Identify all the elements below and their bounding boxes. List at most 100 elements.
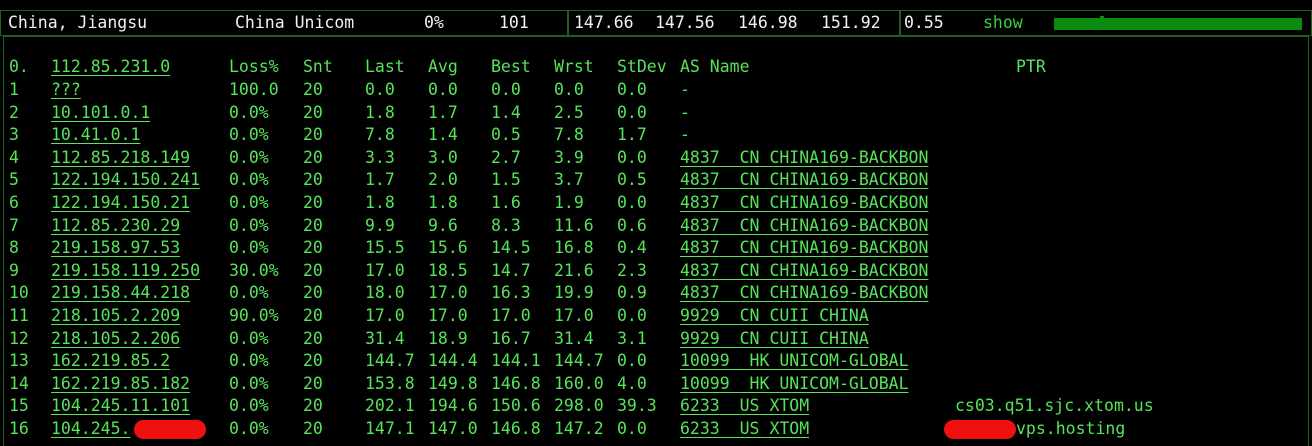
hop-as-link[interactable]: 10099 HK UNICOM-GLOBAL	[680, 373, 909, 395]
hop-best: 144.1	[491, 351, 541, 371]
hop-stdev: 0.0	[617, 351, 647, 371]
hop-country: CN	[739, 170, 760, 190]
hop-best: 146.8	[491, 373, 541, 393]
hop-country: HK	[749, 373, 770, 393]
hop-host[interactable]: 162.219.85.182	[51, 373, 190, 395]
hop-asname: XTOM	[769, 396, 810, 416]
hop-avg: 9.6	[428, 215, 458, 235]
hop-stdev: 2.3	[617, 260, 647, 280]
hop-avg: 18.5	[428, 260, 468, 280]
hop-best: 0.0	[491, 80, 521, 99]
hop-wrst: 31.4	[554, 328, 594, 348]
hop-loss: 100.0	[229, 80, 279, 99]
hop-wrst: 19.9	[554, 283, 594, 303]
hop-index: 9	[9, 260, 19, 280]
hop-snt: 20	[303, 396, 323, 416]
header-target-host[interactable]: 112.85.231.0	[51, 56, 170, 78]
hop-avg: 1.8	[428, 193, 458, 212]
hop-as-link[interactable]: 4837 CN CHINA169-BACKBON	[680, 215, 928, 237]
hop-last: 17.0	[365, 260, 405, 280]
hop-avg: 15.6	[428, 238, 468, 258]
hop-best: 146.8	[491, 419, 541, 438]
hop-index: 7	[9, 215, 19, 235]
hop-host[interactable]: 162.219.85.2	[51, 350, 170, 372]
header-wrst: Wrst	[554, 57, 594, 76]
hop-last: 31.4	[365, 328, 405, 348]
hop-index: 2	[9, 102, 19, 122]
hop-as-link[interactable]: 4837 CN CHINA169-BACKBON	[680, 192, 928, 214]
hop-asname: UNICOM-GLOBAL	[779, 351, 909, 371]
hop-stdev: 39.3	[617, 396, 657, 416]
hop-as-link[interactable]: 4837 CN CHINA169-BACKBON	[680, 282, 928, 304]
hop-host[interactable]: 104.245.	[51, 418, 130, 440]
hop-asn: 9929	[680, 306, 720, 325]
hop-as-link[interactable]: 9929 CN CUII CHINA	[680, 328, 869, 350]
hop-loss: 0.0%	[229, 351, 269, 371]
header-snt: Snt	[303, 57, 333, 76]
hop-stdev: 0.0	[617, 80, 647, 99]
hop-index: 14	[9, 373, 29, 393]
hop-host[interactable]: 218.105.2.206	[51, 328, 180, 350]
hop-host[interactable]: 112.85.218.149	[51, 147, 190, 169]
hop-asn: 4837	[680, 147, 720, 167]
hop-host[interactable]: 219.158.119.250	[51, 260, 200, 282]
hop-as-link[interactable]: 6233 US XTOM	[680, 418, 809, 440]
hop-stdev: 0.0	[617, 147, 647, 167]
hop-host[interactable]: 112.85.230.29	[51, 215, 180, 237]
show-link[interactable]: show	[983, 10, 1023, 36]
hop-snt: 20	[303, 373, 323, 393]
hop-index: 10	[9, 283, 29, 303]
summary-loss: 0%	[424, 13, 444, 32]
hop-as-link[interactable]: 4837 CN CHINA169-BACKBON	[680, 169, 928, 191]
hop-country: CN	[739, 260, 760, 280]
hop-wrst: 17.0	[554, 306, 594, 325]
hop-index: 1	[9, 80, 19, 99]
hop-index: 16	[9, 419, 29, 438]
header-stdev: StDev	[617, 57, 667, 76]
hop-host[interactable]: ???	[51, 79, 81, 101]
hop-stdev: 0.4	[617, 238, 647, 258]
hop-asn: -	[680, 125, 690, 145]
hop-last: 17.0	[365, 306, 405, 325]
redaction-mark-host	[134, 420, 206, 439]
hop-as-link[interactable]: 9929 CN CUII CHINA	[680, 305, 869, 327]
hop-best: 1.6	[491, 193, 521, 212]
hop-as-link[interactable]: 4837 CN CHINA169-BACKBON	[680, 147, 928, 169]
hop-last: 18.0	[365, 283, 405, 303]
hop-stdev: 3.1	[617, 328, 647, 348]
hop-as-link[interactable]: 6233 US XTOM	[680, 395, 809, 417]
hop-best: 0.5	[491, 125, 521, 145]
hop-host[interactable]: 218.105.2.209	[51, 305, 180, 327]
hop-host[interactable]: 10.101.0.1	[51, 102, 150, 124]
hop-host[interactable]: 219.158.44.218	[51, 282, 190, 304]
hop-asn: 9929	[680, 328, 720, 348]
hop-avg: 0.0	[428, 80, 458, 99]
hop-asn: 10099	[680, 351, 730, 371]
hop-asname: CHINA169-BACKBON	[769, 193, 929, 212]
hop-host[interactable]: 104.245.11.101	[51, 395, 190, 417]
hop-wrst: 1.9	[554, 193, 584, 212]
hop-snt: 20	[303, 351, 323, 371]
header-row: 0. 112.85.231.0 Loss% Snt Last Avg Best …	[4, 56, 1046, 78]
hop-asname: CHINA169-BACKBON	[769, 238, 929, 258]
hop-country: US	[739, 396, 760, 416]
header-best: Best	[491, 57, 531, 76]
hop-as-link[interactable]: 4837 CN CHINA169-BACKBON	[680, 260, 928, 282]
hop-country: HK	[749, 351, 770, 371]
hop-loss: 0.0%	[229, 283, 269, 303]
hop-last: 144.7	[365, 351, 415, 371]
hop-as-link[interactable]: 10099 HK UNICOM-GLOBAL	[680, 350, 909, 372]
hop-host[interactable]: 122.194.150.21	[51, 192, 190, 214]
hop-host[interactable]: 219.158.97.53	[51, 237, 180, 259]
hop-loss: 0.0%	[229, 419, 269, 438]
header-index: 0.	[9, 57, 29, 76]
hop-as-link[interactable]: 4837 CN CHINA169-BACKBON	[680, 237, 928, 259]
hop-asname: CHINA169-BACKBON	[769, 147, 929, 167]
hop-stdev: 0.9	[617, 283, 647, 303]
hop-host[interactable]: 122.194.150.241	[51, 169, 200, 191]
hop-ptr: cs03.q51.sjc.xtom.us	[955, 396, 1154, 416]
hop-snt: 20	[303, 102, 323, 122]
hop-snt: 20	[303, 215, 323, 235]
hop-host[interactable]: 10.41.0.1	[51, 124, 140, 146]
hop-loss: 0.0%	[229, 373, 269, 393]
